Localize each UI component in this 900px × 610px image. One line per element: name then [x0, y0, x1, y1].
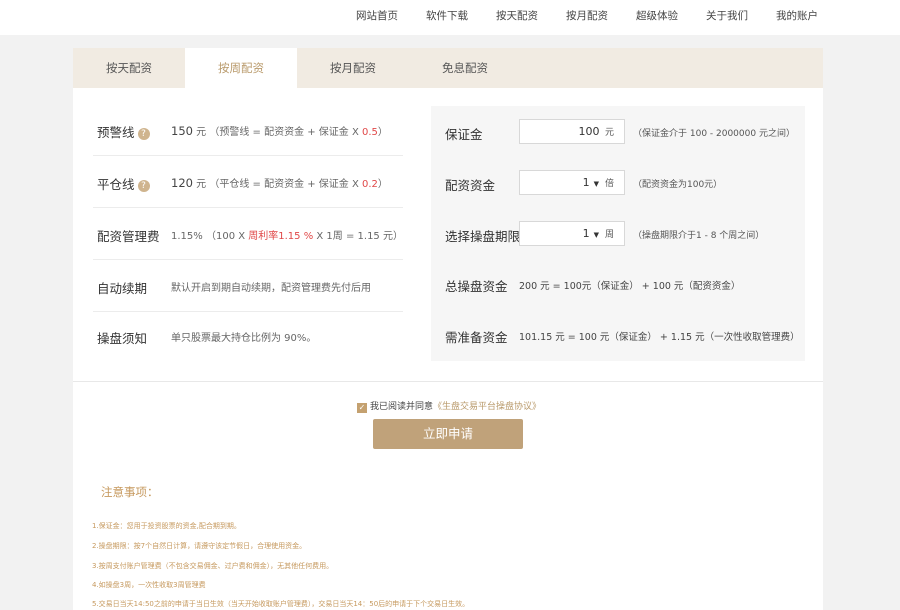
nav-download[interactable]: 软件下载	[426, 8, 468, 23]
margin-input[interactable]: 100 元	[519, 119, 625, 144]
question-icon[interactable]: ?	[137, 180, 150, 192]
warning-line-label: 预警线	[97, 125, 135, 140]
prepare-row: 需准备资金 101.15 元 = 100 元（保证金） + 1.15 元（一次性…	[431, 309, 805, 361]
total-text: 200 元 = 100元（保证金） + 100 元（配资资金）	[519, 281, 741, 292]
tab-monthly[interactable]: 按月配资	[297, 48, 409, 88]
top-bar: 网站首页 软件下载 按天配资 按月配资 超级体验 关于我们 我的账户	[0, 0, 900, 35]
period-label: 选择操盘期限	[445, 229, 521, 244]
warning-line-value: 150 元 （预警线 = 配资资金 + 保证金 X 0.5）	[171, 124, 388, 138]
period-select[interactable]: 1 ▼ 周	[519, 221, 625, 246]
total-row: 总操盘资金 200 元 = 100元（保证金） + 100 元（配资资金）	[431, 258, 805, 310]
note-item: 5.交易日当天14:50之前的申请于当日生效（当天开始收取账户管理费），交易日当…	[92, 600, 470, 608]
period-hint: （操盘期限介于1 - 8 个周之间）	[633, 231, 765, 241]
margin-hint: （保证金介于 100 - 2000000 元之间）	[633, 129, 795, 139]
margin-row: 保证金 100 元 （保证金介于 100 - 2000000 元之间）	[431, 106, 805, 158]
warning-line-row: 预警线? 150 元 （预警线 = 配资资金 + 保证金 X 0.5）	[73, 104, 403, 156]
main-panel: 按天配资 按周配资 按月配资 免息配资 预警线? 150 元 （预警线 = 配资…	[73, 48, 823, 610]
notice-label: 操盘须知	[97, 331, 148, 346]
note-item: 4.如操盘3周，一次性收取3周管理费	[92, 581, 206, 589]
mgmt-fee-label: 配资管理费	[97, 229, 160, 244]
caret-down-icon: ▼	[593, 180, 599, 188]
mgmt-fee-row: 配资管理费 1.15% （100 X 周利率1.15 % X 1周 = 1.15…	[73, 208, 403, 260]
agreement-link[interactable]: 《生盘交易平台操盘协议》	[433, 402, 541, 412]
prepare-label: 需准备资金	[445, 330, 508, 345]
nav-daily[interactable]: 按天配资	[496, 8, 538, 23]
note-item: 2.操盘期限：按7个自然日计算，请遵守该定节假日，合理使用资金。	[92, 542, 307, 550]
note-item: 1.保证金：您用于投资股票的资金,配合期到期。	[92, 522, 241, 530]
nav-trial[interactable]: 超级体验	[636, 8, 678, 23]
closeout-line-row: 平仓线? 120 元 （平仓线 = 配资资金 + 保证金 X 0.2）	[73, 156, 403, 208]
tab-weekly[interactable]: 按周配资	[185, 48, 297, 88]
notice-text: 单只股票最大持仓比例为 90%。	[171, 333, 317, 344]
tab-daily[interactable]: 按天配资	[73, 48, 185, 88]
notice-row: 操盘须知 单只股票最大持仓比例为 90%。	[73, 310, 403, 362]
leverage-label: 配资资金	[445, 178, 496, 193]
closeout-line-label: 平仓线	[97, 177, 135, 192]
prepare-text: 101.15 元 = 100 元（保证金） + 1.15 元（一次性收取管理费）	[519, 332, 800, 343]
auto-renew-text: 默认开启到期自动续期，配资管理费先付后用	[171, 283, 371, 294]
margin-label: 保证金	[445, 127, 483, 142]
divider	[73, 381, 823, 382]
leverage-select[interactable]: 1 ▼ 倍	[519, 170, 625, 195]
agreement: ✓ 我已阅读并同意《生盘交易平台操盘协议》	[357, 399, 541, 413]
note-item: 3.按周支付账户管理费（不包含交易佣金、过户费和佣金），无其他任何费用。	[92, 562, 334, 570]
agreement-text: 我已阅读并同意	[370, 402, 434, 412]
nav-monthly[interactable]: 按月配资	[566, 8, 608, 23]
leverage-row: 配资资金 1 ▼ 倍 （配资资金为100元）	[431, 157, 805, 209]
closeout-line-value: 120 元 （平仓线 = 配资资金 + 保证金 X 0.2）	[171, 176, 388, 190]
calculator-panel: 保证金 100 元 （保证金介于 100 - 2000000 元之间） 配资资金…	[431, 106, 805, 361]
tab-bar: 按天配资 按周配资 按月配资 免息配资	[73, 48, 823, 88]
nav-account[interactable]: 我的账户	[776, 8, 818, 23]
period-row: 选择操盘期限 1 ▼ 周 （操盘期限介于1 - 8 个周之间）	[431, 208, 805, 260]
apply-button[interactable]: 立即申请	[373, 419, 523, 449]
nav-about[interactable]: 关于我们	[706, 8, 748, 23]
notice-title: 注意事项：	[101, 485, 159, 499]
mgmt-fee-value: 1.15% （100 X 周利率1.15 % X 1周 = 1.15 元）	[171, 231, 403, 242]
nav-home[interactable]: 网站首页	[356, 8, 398, 23]
tab-interest-free[interactable]: 免息配资	[409, 48, 521, 88]
auto-renew-row: 自动续期 默认开启到期自动续期，配资管理费先付后用	[73, 260, 403, 312]
leverage-hint: （配资资金为100元）	[633, 180, 723, 190]
question-icon[interactable]: ?	[137, 128, 150, 140]
agree-checkbox[interactable]: ✓	[357, 403, 367, 413]
top-nav: 网站首页 软件下载 按天配资 按月配资 超级体验 关于我们 我的账户	[328, 8, 818, 23]
total-label: 总操盘资金	[445, 279, 508, 294]
caret-down-icon: ▼	[593, 231, 599, 239]
auto-renew-label: 自动续期	[97, 281, 148, 296]
